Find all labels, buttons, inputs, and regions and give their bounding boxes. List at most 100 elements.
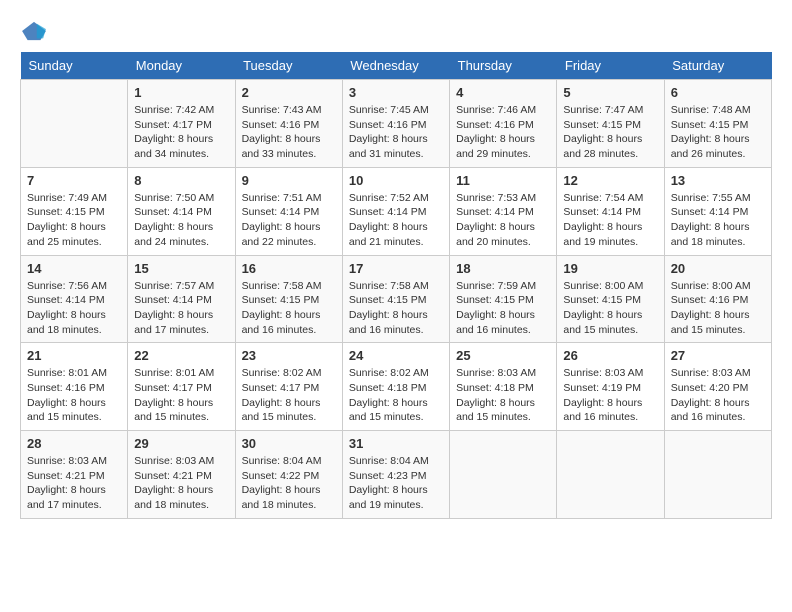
day-of-week-header: Sunday bbox=[21, 52, 128, 80]
day-number: 16 bbox=[242, 261, 336, 276]
day-info: Sunrise: 8:02 AM Sunset: 4:17 PM Dayligh… bbox=[242, 366, 336, 425]
calendar-cell: 16 Sunrise: 7:58 AM Sunset: 4:15 PM Dayli… bbox=[235, 255, 342, 343]
day-info: Sunrise: 8:03 AM Sunset: 4:20 PM Dayligh… bbox=[671, 366, 765, 425]
calendar-cell: 5 Sunrise: 7:47 AM Sunset: 4:15 PM Daylig… bbox=[557, 80, 664, 168]
calendar-cell bbox=[21, 80, 128, 168]
day-info: Sunrise: 7:43 AM Sunset: 4:16 PM Dayligh… bbox=[242, 103, 336, 162]
day-info: Sunrise: 7:59 AM Sunset: 4:15 PM Dayligh… bbox=[456, 279, 550, 338]
calendar-cell: 6Sunrise: 7:48 AM Sunset: 4:15 PM Daylig… bbox=[664, 80, 771, 168]
calendar-cell: 31 Sunrise: 8:04 AM Sunset: 4:23 PM Dayli… bbox=[342, 431, 449, 519]
calendar-cell: 4Sunrise: 7:46 AM Sunset: 4:16 PM Daylig… bbox=[450, 80, 557, 168]
day-info: Sunrise: 8:00 AM Sunset: 4:16 PM Dayligh… bbox=[671, 279, 765, 338]
day-info: Sunrise: 8:04 AM Sunset: 4:22 PM Dayligh… bbox=[242, 454, 336, 513]
day-info: Sunrise: 8:03 AM Sunset: 4:21 PM Dayligh… bbox=[27, 454, 121, 513]
day-info: Sunrise: 8:01 AM Sunset: 4:17 PM Dayligh… bbox=[134, 366, 228, 425]
day-info: Sunrise: 7:49 AM Sunset: 4:15 PM Dayligh… bbox=[27, 191, 121, 250]
calendar-cell: 20 Sunrise: 8:00 AM Sunset: 4:16 PM Dayli… bbox=[664, 255, 771, 343]
day-info: Sunrise: 8:01 AM Sunset: 4:16 PM Dayligh… bbox=[27, 366, 121, 425]
day-number: 20 bbox=[671, 261, 765, 276]
calendar-cell: 24 Sunrise: 8:02 AM Sunset: 4:18 PM Dayli… bbox=[342, 343, 449, 431]
day-number: 23 bbox=[242, 348, 336, 363]
day-info: Sunrise: 7:57 AM Sunset: 4:14 PM Dayligh… bbox=[134, 279, 228, 338]
day-info: Sunrise: 8:04 AM Sunset: 4:23 PM Dayligh… bbox=[349, 454, 443, 513]
calendar-cell: 14 Sunrise: 7:56 AM Sunset: 4:14 PM Dayli… bbox=[21, 255, 128, 343]
day-info: Sunrise: 7:47 AM Sunset: 4:15 PM Dayligh… bbox=[563, 103, 657, 162]
day-number: 22 bbox=[134, 348, 228, 363]
calendar-week-row: 28Sunrise: 8:03 AM Sunset: 4:21 PM Dayli… bbox=[21, 431, 772, 519]
calendar-cell: 18 Sunrise: 7:59 AM Sunset: 4:15 PM Dayli… bbox=[450, 255, 557, 343]
calendar-cell: 12 Sunrise: 7:54 AM Sunset: 4:14 PM Dayli… bbox=[557, 167, 664, 255]
day-info: Sunrise: 7:45 AM Sunset: 4:16 PM Dayligh… bbox=[349, 103, 443, 162]
day-number: 2 bbox=[242, 85, 336, 100]
day-info: Sunrise: 8:03 AM Sunset: 4:18 PM Dayligh… bbox=[456, 366, 550, 425]
day-number: 26 bbox=[563, 348, 657, 363]
day-number: 25 bbox=[456, 348, 550, 363]
calendar-header: SundayMondayTuesdayWednesdayThursdayFrid… bbox=[21, 52, 772, 80]
logo-icon bbox=[20, 20, 48, 42]
day-number: 31 bbox=[349, 436, 443, 451]
calendar-cell: 7 Sunrise: 7:49 AM Sunset: 4:15 PM Daylig… bbox=[21, 167, 128, 255]
page-header bbox=[20, 20, 772, 42]
day-number: 18 bbox=[456, 261, 550, 276]
calendar-cell: 17 Sunrise: 7:58 AM Sunset: 4:15 PM Dayli… bbox=[342, 255, 449, 343]
calendar-cell: 21 Sunrise: 8:01 AM Sunset: 4:16 PM Dayli… bbox=[21, 343, 128, 431]
calendar-cell: 22 Sunrise: 8:01 AM Sunset: 4:17 PM Dayli… bbox=[128, 343, 235, 431]
calendar-cell bbox=[450, 431, 557, 519]
day-number: 1 bbox=[134, 85, 228, 100]
day-info: Sunrise: 7:58 AM Sunset: 4:15 PM Dayligh… bbox=[349, 279, 443, 338]
calendar-cell: 13 Sunrise: 7:55 AM Sunset: 4:14 PM Dayli… bbox=[664, 167, 771, 255]
day-of-week-header: Tuesday bbox=[235, 52, 342, 80]
day-info: Sunrise: 7:56 AM Sunset: 4:14 PM Dayligh… bbox=[27, 279, 121, 338]
calendar-week-row: 21 Sunrise: 8:01 AM Sunset: 4:16 PM Dayli… bbox=[21, 343, 772, 431]
day-of-week-header: Friday bbox=[557, 52, 664, 80]
day-number: 14 bbox=[27, 261, 121, 276]
calendar-cell: 11Sunrise: 7:53 AM Sunset: 4:14 PM Dayli… bbox=[450, 167, 557, 255]
day-number: 4 bbox=[456, 85, 550, 100]
day-info: Sunrise: 7:48 AM Sunset: 4:15 PM Dayligh… bbox=[671, 103, 765, 162]
day-number: 9 bbox=[242, 173, 336, 188]
calendar-cell bbox=[664, 431, 771, 519]
day-number: 12 bbox=[563, 173, 657, 188]
day-info: Sunrise: 7:50 AM Sunset: 4:14 PM Dayligh… bbox=[134, 191, 228, 250]
day-number: 8 bbox=[134, 173, 228, 188]
day-info: Sunrise: 7:58 AM Sunset: 4:15 PM Dayligh… bbox=[242, 279, 336, 338]
calendar-cell: 8 Sunrise: 7:50 AM Sunset: 4:14 PM Daylig… bbox=[128, 167, 235, 255]
day-number: 29 bbox=[134, 436, 228, 451]
day-info: Sunrise: 8:00 AM Sunset: 4:15 PM Dayligh… bbox=[563, 279, 657, 338]
calendar-cell: 9 Sunrise: 7:51 AM Sunset: 4:14 PM Daylig… bbox=[235, 167, 342, 255]
calendar-table: SundayMondayTuesdayWednesdayThursdayFrid… bbox=[20, 52, 772, 519]
calendar-cell: 10Sunrise: 7:52 AM Sunset: 4:14 PM Dayli… bbox=[342, 167, 449, 255]
calendar-week-row: 1 Sunrise: 7:42 AM Sunset: 4:17 PM Daylig… bbox=[21, 80, 772, 168]
day-number: 7 bbox=[27, 173, 121, 188]
day-info: Sunrise: 8:02 AM Sunset: 4:18 PM Dayligh… bbox=[349, 366, 443, 425]
day-of-week-header: Saturday bbox=[664, 52, 771, 80]
day-info: Sunrise: 7:55 AM Sunset: 4:14 PM Dayligh… bbox=[671, 191, 765, 250]
calendar-week-row: 7 Sunrise: 7:49 AM Sunset: 4:15 PM Daylig… bbox=[21, 167, 772, 255]
day-info: Sunrise: 7:51 AM Sunset: 4:14 PM Dayligh… bbox=[242, 191, 336, 250]
calendar-cell: 23 Sunrise: 8:02 AM Sunset: 4:17 PM Dayli… bbox=[235, 343, 342, 431]
day-info: Sunrise: 7:54 AM Sunset: 4:14 PM Dayligh… bbox=[563, 191, 657, 250]
calendar-cell: 19Sunrise: 8:00 AM Sunset: 4:15 PM Dayli… bbox=[557, 255, 664, 343]
day-of-week-header: Wednesday bbox=[342, 52, 449, 80]
day-number: 21 bbox=[27, 348, 121, 363]
calendar-cell: 1 Sunrise: 7:42 AM Sunset: 4:17 PM Daylig… bbox=[128, 80, 235, 168]
day-number: 30 bbox=[242, 436, 336, 451]
day-number: 24 bbox=[349, 348, 443, 363]
day-of-week-header: Thursday bbox=[450, 52, 557, 80]
day-info: Sunrise: 8:03 AM Sunset: 4:21 PM Dayligh… bbox=[134, 454, 228, 513]
calendar-cell bbox=[557, 431, 664, 519]
day-info: Sunrise: 7:53 AM Sunset: 4:14 PM Dayligh… bbox=[456, 191, 550, 250]
calendar-cell: 25 Sunrise: 8:03 AM Sunset: 4:18 PM Dayli… bbox=[450, 343, 557, 431]
day-number: 13 bbox=[671, 173, 765, 188]
logo bbox=[20, 20, 52, 42]
calendar-cell: 2 Sunrise: 7:43 AM Sunset: 4:16 PM Daylig… bbox=[235, 80, 342, 168]
day-number: 17 bbox=[349, 261, 443, 276]
day-number: 15 bbox=[134, 261, 228, 276]
day-number: 5 bbox=[563, 85, 657, 100]
calendar-cell: 27 Sunrise: 8:03 AM Sunset: 4:20 PM Dayli… bbox=[664, 343, 771, 431]
day-info: Sunrise: 8:03 AM Sunset: 4:19 PM Dayligh… bbox=[563, 366, 657, 425]
calendar-cell: 29 Sunrise: 8:03 AM Sunset: 4:21 PM Dayli… bbox=[128, 431, 235, 519]
day-info: Sunrise: 7:42 AM Sunset: 4:17 PM Dayligh… bbox=[134, 103, 228, 162]
calendar-cell: 26 Sunrise: 8:03 AM Sunset: 4:19 PM Dayli… bbox=[557, 343, 664, 431]
day-number: 27 bbox=[671, 348, 765, 363]
